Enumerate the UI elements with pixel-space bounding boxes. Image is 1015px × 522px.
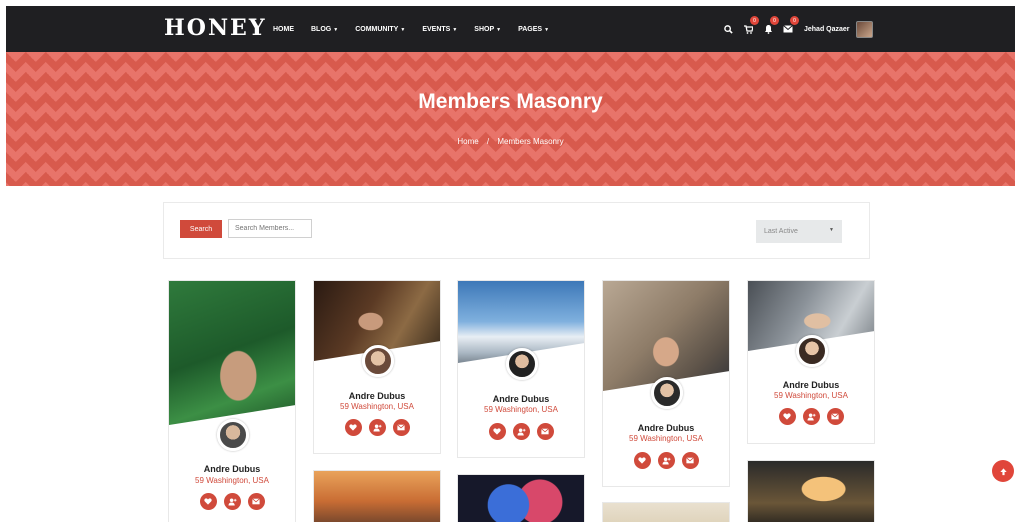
caret-down-icon: ▼	[452, 26, 458, 33]
page: HONEY HOME BLOG ▼ COMMUNITY ▼ EVENTS ▼ SHOP…	[0, 0, 1015, 522]
breadcrumb-separator: /	[486, 137, 490, 146]
cart-badge: 0	[750, 16, 759, 25]
menu-item-blog[interactable]: BLOG ▼	[311, 26, 338, 33]
mail-icon[interactable]: 0	[782, 16, 799, 35]
menu-label: EVENTS	[422, 25, 451, 33]
menu-item-pages[interactable]: PAGES ▼	[518, 26, 549, 33]
menu-label: COMMUNITY	[355, 25, 399, 33]
member-card[interactable]	[313, 470, 441, 522]
bell-badge: 0	[770, 16, 779, 25]
member-avatar[interactable]	[362, 345, 394, 377]
add-friend-icon[interactable]	[223, 493, 241, 510]
member-card[interactable]: Andre Dubus 59 Washington, USA	[457, 280, 585, 458]
message-icon[interactable]	[392, 419, 410, 436]
menu-label: BLOG	[311, 25, 332, 33]
breadcrumb-current: Members Masonry	[497, 137, 564, 146]
user-name[interactable]: Jehad Qazaer	[804, 26, 850, 33]
sort-order-select[interactable]: Last Active ▼	[756, 220, 842, 243]
member-card[interactable]: Andre Dubus 59 Washington, USA	[168, 280, 296, 522]
menu-item-events[interactable]: EVENTS ▼	[422, 26, 457, 33]
scroll-to-top-button[interactable]	[992, 460, 1014, 482]
member-search-panel: Search Last Active ▼	[163, 202, 870, 259]
mail-badge: 0	[790, 16, 799, 25]
caret-down-icon: ▼	[544, 26, 550, 33]
sort-selected-label: Last Active	[764, 228, 798, 235]
member-cover-image	[748, 461, 874, 522]
search-members-input[interactable]	[228, 219, 312, 238]
member-cover-image	[458, 475, 584, 522]
menu-label: PAGES	[518, 25, 543, 33]
member-card[interactable]: Andre Dubus 59 Washington, USA	[747, 280, 875, 444]
main-menu: HOME BLOG ▼ COMMUNITY ▼ EVENTS ▼ SHOP ▼ PAGE…	[273, 6, 566, 52]
member-name[interactable]: Andre Dubus	[169, 464, 295, 474]
member-card[interactable]	[457, 474, 585, 522]
member-name[interactable]: Andre Dubus	[314, 391, 440, 401]
message-icon[interactable]	[536, 423, 554, 440]
member-actions	[458, 423, 584, 440]
arrow-up-icon	[999, 467, 1007, 475]
nav-actions: 0 0 0 Jehad Qazaer	[722, 6, 873, 52]
bell-icon[interactable]: 0	[762, 16, 779, 35]
member-actions	[603, 452, 729, 469]
member-cover-image	[603, 503, 729, 522]
add-friend-icon[interactable]	[802, 408, 820, 425]
member-actions	[169, 493, 295, 510]
search-button[interactable]: Search	[180, 220, 222, 238]
page-hero-banner: Members Masonry Home / Members Masonry	[6, 52, 1015, 186]
member-name[interactable]: Andre Dubus	[603, 423, 729, 433]
message-icon[interactable]	[826, 408, 844, 425]
caret-down-icon: ▼	[400, 26, 406, 33]
caret-down-icon: ▼	[496, 26, 502, 33]
cart-icon[interactable]: 0	[742, 16, 759, 35]
caret-down-icon: ▼	[333, 26, 339, 33]
add-friend-icon[interactable]	[657, 452, 675, 469]
breadcrumb-home-link[interactable]: Home	[457, 137, 478, 146]
site-logo[interactable]: HONEY	[164, 15, 267, 41]
menu-item-community[interactable]: COMMUNITY ▼	[355, 26, 405, 33]
member-card[interactable]	[602, 502, 730, 522]
member-actions	[314, 419, 440, 436]
member-avatar[interactable]	[651, 377, 683, 409]
member-location: 59 Washington, USA	[629, 434, 703, 443]
member-card[interactable]	[747, 460, 875, 522]
heart-icon[interactable]	[488, 423, 506, 440]
heart-icon[interactable]	[778, 408, 796, 425]
message-icon[interactable]	[247, 493, 265, 510]
add-friend-icon[interactable]	[512, 423, 530, 440]
add-friend-icon[interactable]	[368, 419, 386, 436]
search-icon[interactable]	[722, 23, 734, 35]
menu-item-home[interactable]: HOME	[273, 26, 294, 33]
member-card[interactable]: Andre Dubus 59 Washington, USA	[313, 280, 441, 454]
member-card[interactable]: Andre Dubus 59 Washington, USA	[602, 280, 730, 487]
member-name[interactable]: Andre Dubus	[748, 380, 874, 390]
heart-icon[interactable]	[344, 419, 362, 436]
heart-icon[interactable]	[199, 493, 217, 510]
page-title: Members Masonry	[418, 90, 603, 113]
member-location: 59 Washington, USA	[340, 402, 414, 411]
member-actions	[748, 408, 874, 425]
menu-label: HOME	[273, 25, 294, 33]
member-cover-image	[314, 471, 440, 522]
heart-icon[interactable]	[633, 452, 651, 469]
member-name[interactable]: Andre Dubus	[458, 394, 584, 404]
breadcrumb: Home / Members Masonry	[6, 137, 1015, 146]
member-avatar[interactable]	[796, 335, 828, 367]
member-location: 59 Washington, USA	[195, 476, 269, 485]
member-location: 59 Washington, USA	[774, 391, 848, 400]
top-navbar: HONEY HOME BLOG ▼ COMMUNITY ▼ EVENTS ▼ SHOP…	[6, 6, 1015, 52]
message-icon[interactable]	[681, 452, 699, 469]
menu-label: SHOP	[474, 25, 495, 33]
user-avatar[interactable]	[855, 20, 873, 38]
member-avatar[interactable]	[217, 419, 249, 451]
menu-item-shop[interactable]: SHOP ▼	[474, 26, 501, 33]
chevron-down-icon: ▼	[829, 227, 834, 233]
member-avatar[interactable]	[506, 348, 538, 380]
member-location: 59 Washington, USA	[484, 405, 558, 414]
